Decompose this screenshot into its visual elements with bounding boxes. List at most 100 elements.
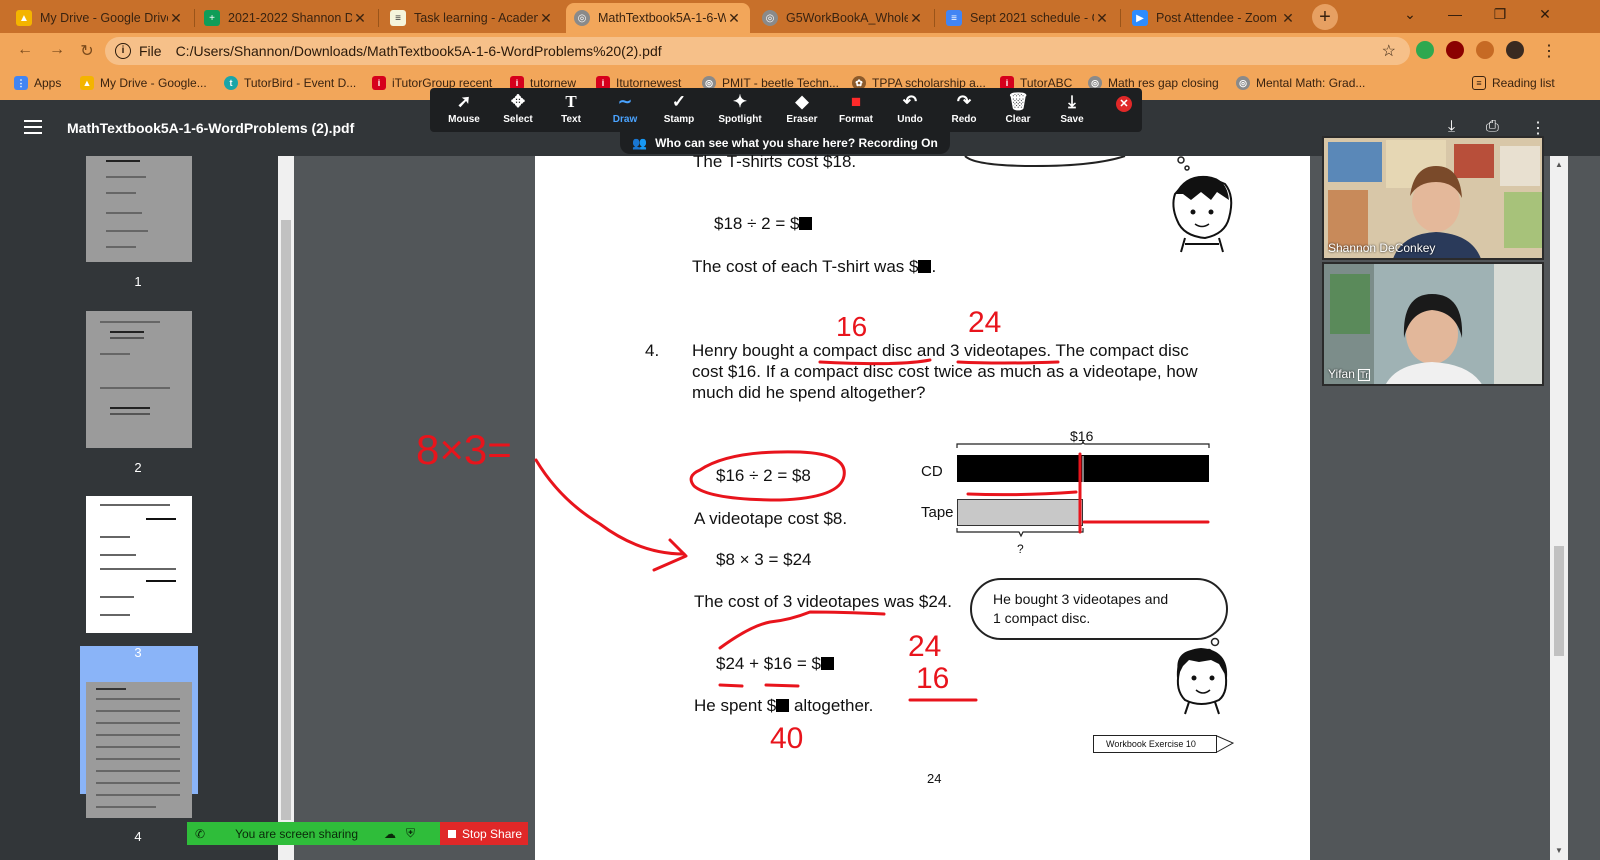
tool-text[interactable]: T Text bbox=[543, 92, 599, 125]
new-tab-button[interactable]: + bbox=[1312, 4, 1338, 30]
close-icon[interactable]: ✕ bbox=[168, 10, 184, 27]
tool-draw[interactable]: ∼ Draw bbox=[597, 92, 653, 125]
bubble-tail-dot bbox=[1184, 165, 1190, 171]
scroll-down-icon[interactable]: ▼ bbox=[1555, 846, 1563, 855]
stop-share-button[interactable]: Stop Share bbox=[440, 822, 528, 845]
tool-label: Text bbox=[561, 114, 581, 125]
tool-label: Eraser bbox=[786, 114, 818, 125]
extensions-puzzle-icon[interactable] bbox=[1476, 41, 1494, 59]
thumbnail-page-number: 1 bbox=[134, 274, 142, 289]
close-icon[interactable]: ✕ bbox=[908, 10, 924, 27]
video-tile-shannon[interactable]: Shannon DeConkey bbox=[1322, 136, 1544, 260]
tool-redo[interactable]: ↷ Redo bbox=[936, 92, 992, 125]
viewer-scroll-thumb[interactable] bbox=[1554, 546, 1564, 656]
download-icon[interactable]: ⤓ bbox=[1448, 118, 1455, 136]
close-icon[interactable]: ✕ bbox=[1280, 10, 1296, 27]
stop-icon bbox=[448, 829, 456, 838]
tool-spotlight[interactable]: ✦ Spotlight bbox=[712, 92, 768, 125]
tab-title: MathTextbook5A-1-6-W bbox=[598, 11, 726, 25]
tool-format[interactable]: ■ Format bbox=[828, 92, 884, 125]
sidebar-scrollbar[interactable] bbox=[278, 156, 294, 860]
tool-stamp[interactable]: ✓ Stamp bbox=[651, 92, 707, 125]
tab-sept-schedule[interactable]: ≡ Sept 2021 schedule - G ✕ bbox=[938, 3, 1118, 33]
forward-icon[interactable]: → bbox=[46, 41, 68, 59]
stop-share-label: Stop Share bbox=[462, 826, 523, 841]
close-icon[interactable]: ✕ bbox=[352, 10, 368, 27]
address-bar[interactable]: i File C:/Users/Shannon/Downloads/MathTe… bbox=[105, 37, 1410, 65]
close-icon[interactable]: ✕ bbox=[538, 10, 554, 27]
bookmark-star-icon[interactable]: ☆ bbox=[1382, 41, 1396, 61]
tab-workbook[interactable]: ◎ G5WorkBookA_WholeN ✕ bbox=[754, 3, 932, 33]
page-thumbnail-3[interactable] bbox=[86, 496, 192, 633]
ink-sum-top: 24 bbox=[908, 630, 941, 663]
underline-compact-disc bbox=[818, 358, 932, 366]
print-icon[interactable]: ⎙ bbox=[1486, 118, 1499, 136]
globe-icon: ◎ bbox=[574, 10, 590, 26]
tool-save[interactable]: ⤓ Save bbox=[1044, 92, 1100, 125]
tab-search-icon[interactable]: ⌄ bbox=[1395, 6, 1425, 23]
page-thumbnail-1[interactable] bbox=[86, 156, 192, 262]
bookmark-label: My Drive - Google... bbox=[100, 76, 207, 90]
underline-videotapes bbox=[956, 360, 1060, 365]
more-options-icon[interactable]: ⋮ bbox=[1530, 118, 1546, 138]
underline-24 bbox=[718, 683, 744, 688]
video-tile-yifan[interactable]: Yifan Tr bbox=[1322, 262, 1544, 386]
tool-label: Clear bbox=[1005, 114, 1031, 125]
tab-my-drive[interactable]: ▲ My Drive - Google Drive ✕ bbox=[8, 3, 192, 33]
reload-icon[interactable]: ↻ bbox=[76, 41, 98, 61]
tool-undo[interactable]: ↶ Undo bbox=[882, 92, 938, 125]
transcript-badge-icon: Tr bbox=[1358, 369, 1371, 381]
apps-grid-icon: ⋮ bbox=[14, 76, 28, 90]
zoom-annotation-toolbar: ➚ Mouse ✥ Select T Text ∼ Draw ✓ Stamp ✦ Spotl… bbox=[430, 88, 1142, 132]
trash-icon: 🗑 bbox=[1007, 92, 1029, 111]
close-icon[interactable]: ✕ bbox=[1094, 10, 1110, 27]
tab-task-learning[interactable]: ≡ Task learning - Academ ✕ bbox=[382, 3, 562, 33]
reading-list-icon: ≡ bbox=[1472, 76, 1486, 90]
bookmark-mental-math[interactable]: ◎ Mental Math: Grad... bbox=[1236, 76, 1365, 90]
extension-green-icon[interactable] bbox=[1416, 41, 1434, 59]
info-icon[interactable]: i bbox=[115, 43, 131, 59]
url-text[interactable]: C:/Users/Shannon/Downloads/MathTextbook5… bbox=[176, 43, 662, 59]
tool-select[interactable]: ✥ Select bbox=[490, 92, 546, 125]
browser-toolbar: ← → ↻ i File C:/Users/Shannon/Downloads/… bbox=[0, 33, 1600, 69]
back-icon[interactable]: ← bbox=[14, 41, 36, 59]
share-notice-banner[interactable]: 👥 Who can see what you share here? Recor… bbox=[620, 132, 950, 154]
tool-label: Draw bbox=[612, 114, 638, 125]
page-thumbnail-2[interactable] bbox=[86, 311, 192, 448]
ublock-icon[interactable] bbox=[1446, 41, 1464, 59]
eraser-icon: ◆ bbox=[795, 92, 809, 111]
menu-icon[interactable] bbox=[24, 120, 42, 138]
bookmark-apps[interactable]: ⋮ Apps bbox=[14, 76, 61, 90]
bookmark-tutorbird[interactable]: t TutorBird - Event D... bbox=[224, 76, 356, 90]
google-drive-icon: ▲ bbox=[80, 76, 94, 90]
tab-sheets-schedule[interactable]: + 2021-2022 Shannon De ✕ bbox=[196, 3, 376, 33]
close-annotation-icon[interactable]: ✕ bbox=[1116, 96, 1132, 112]
reading-list[interactable]: ≡ Reading list bbox=[1472, 76, 1555, 90]
menu-kebab-icon[interactable]: ⋮ bbox=[1538, 41, 1560, 61]
underline-three-videotapes bbox=[718, 610, 886, 650]
sidebar-scroll-thumb[interactable] bbox=[281, 220, 291, 820]
scroll-up-icon[interactable]: ▲ bbox=[1555, 160, 1563, 169]
tool-eraser[interactable]: ◆ Eraser bbox=[774, 92, 830, 125]
profile-avatar[interactable] bbox=[1506, 41, 1524, 59]
tool-label: Format bbox=[839, 114, 873, 125]
viewer-scrollbar[interactable]: ▲ ▼ bbox=[1550, 156, 1568, 860]
tool-clear[interactable]: 🗑 Clear bbox=[990, 92, 1046, 125]
screen-sharing-bar[interactable]: ✆ You are screen sharing ☁ ⛨ bbox=[187, 822, 440, 845]
doc-icon: ≡ bbox=[390, 10, 406, 26]
redo-icon: ↷ bbox=[956, 92, 972, 111]
globe-icon: ◎ bbox=[762, 10, 778, 26]
minimize-icon[interactable]: — bbox=[1440, 6, 1470, 22]
window-close-icon[interactable]: ✕ bbox=[1530, 6, 1560, 23]
thumbnail-page-number: 3 bbox=[134, 645, 142, 660]
bookmark-my-drive[interactable]: ▲ My Drive - Google... bbox=[80, 76, 207, 90]
tool-label: Select bbox=[503, 114, 533, 125]
tab-zoom[interactable]: ▶ Post Attendee - Zoom ✕ bbox=[1124, 3, 1304, 33]
participant-name-text: Yifan bbox=[1328, 367, 1355, 381]
restore-icon[interactable]: ❐ bbox=[1485, 6, 1515, 23]
tool-mouse[interactable]: ➚ Mouse bbox=[436, 92, 492, 125]
tab-math-textbook[interactable]: ◎ MathTextbook5A-1-6-W ✕ bbox=[566, 3, 750, 33]
page-thumbnail-4[interactable] bbox=[86, 682, 192, 818]
ink-24-label: 24 bbox=[968, 306, 1001, 339]
close-icon[interactable]: ✕ bbox=[726, 10, 742, 27]
